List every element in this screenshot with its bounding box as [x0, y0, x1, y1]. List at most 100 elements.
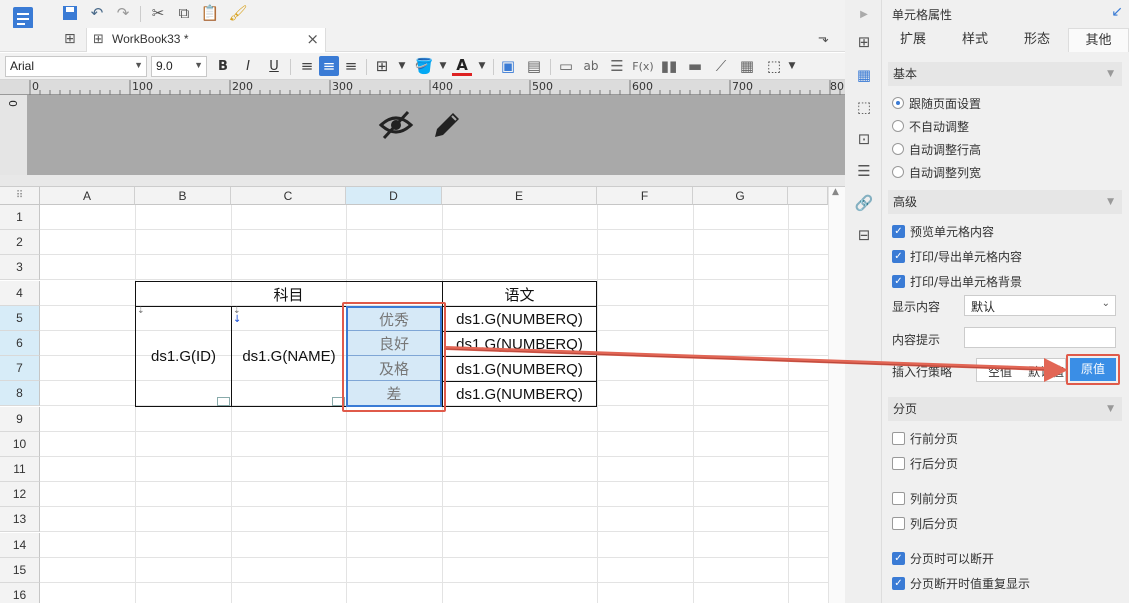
richtext-icon[interactable]: ☰	[607, 56, 627, 76]
subreport-icon[interactable]: ▤	[524, 56, 544, 76]
row-header-15[interactable]: 15	[0, 558, 40, 583]
font-name-select[interactable]: Arial ▼	[5, 56, 147, 77]
align-left-icon[interactable]: ≡	[297, 56, 317, 76]
float-dropdown-icon[interactable]: ▼	[782, 56, 802, 76]
align-right-icon[interactable]: ≡	[341, 56, 361, 76]
section-advanced[interactable]: 高级 ▼	[888, 190, 1122, 214]
italic-button[interactable]: I	[238, 56, 258, 76]
row-header-2[interactable]: 2	[0, 230, 40, 255]
widget-icon[interactable]: ▦	[737, 56, 757, 76]
radio-follow-page[interactable]: 跟随页面设置	[892, 94, 981, 112]
font-color-icon[interactable]: A	[452, 56, 472, 76]
border-dropdown-icon[interactable]: ▼	[392, 56, 412, 76]
slash-icon[interactable]: ⟋	[711, 56, 731, 76]
tab-close-icon[interactable]: ×	[306, 30, 319, 48]
row-header-10[interactable]: 10	[0, 432, 40, 457]
radio-auto-col-width[interactable]: 自动调整列宽	[892, 163, 981, 181]
row-header-7[interactable]: 7	[0, 356, 40, 381]
check-print-content[interactable]: ✓ 打印/导出单元格内容	[892, 247, 1022, 265]
display-content-select[interactable]: 默认 ⌄	[964, 295, 1116, 316]
collapse-arrow-icon[interactable]: ▶	[854, 4, 874, 24]
radio-no-auto[interactable]: 不自动调整	[892, 117, 969, 135]
column-header-a[interactable]: A	[40, 187, 135, 205]
border-icon[interactable]: ⊞	[372, 56, 392, 76]
align-center-icon[interactable]: ≡	[319, 56, 339, 76]
font-size-select[interactable]: 9.0 ▼	[151, 56, 207, 77]
tab-workbook33[interactable]: ⊞ WorkBook33 * ×	[86, 28, 326, 52]
vertical-scrollbar[interactable]: ▲	[828, 187, 845, 603]
copy-icon[interactable]: ⧉	[174, 3, 194, 23]
cell-attribute-icon[interactable]: ▦	[854, 65, 874, 85]
tab-menu-icon[interactable]: ⬎	[818, 31, 829, 46]
grid-icon[interactable]: ⊞	[64, 31, 76, 47]
hidden-eye-icon[interactable]	[378, 109, 414, 144]
check-page-after-row[interactable]: 行后分页	[892, 454, 958, 472]
check-page-after-col[interactable]: 列后分页	[892, 514, 958, 532]
fill-color-icon[interactable]: 🪣	[414, 56, 434, 76]
section-basic[interactable]: 基本 ▼	[888, 62, 1122, 86]
formula-icon[interactable]: F(x)	[632, 56, 653, 76]
check-break-on-page[interactable]: ✓ 分页时可以断开	[892, 549, 994, 567]
insert-null-option[interactable]: 空值	[988, 363, 1012, 380]
edit-pencil-icon[interactable]	[431, 109, 463, 144]
tree-structure-icon[interactable]: ⊟	[854, 225, 874, 245]
tab-style[interactable]: 样式	[944, 28, 1006, 52]
paste-icon[interactable]: 📋	[200, 3, 220, 23]
text-icon[interactable]: ab	[581, 56, 601, 76]
radio-auto-row-height[interactable]: 自动调整行高	[892, 140, 981, 158]
float-element-icon[interactable]: ⬚	[854, 97, 874, 117]
collapse-panel-icon[interactable]: ↙	[1111, 4, 1123, 20]
check-page-before-row[interactable]: 行前分页	[892, 429, 958, 447]
check-page-before-col[interactable]: 列前分页	[892, 489, 958, 507]
row-header-14[interactable]: 14	[0, 533, 40, 558]
cell-numberq[interactable]: ds1.G(NUMBERQ)	[443, 357, 596, 381]
hyperlink-icon[interactable]: 🔗	[854, 193, 874, 213]
tab-other[interactable]: 其他	[1068, 28, 1129, 52]
row-header-3[interactable]: 3	[0, 255, 40, 280]
tab-form[interactable]: 形态	[1006, 28, 1068, 52]
select-all-corner[interactable]: ⠿	[0, 187, 40, 205]
cell-name[interactable]: ds1.G(NAME)	[232, 307, 346, 406]
column-header-b[interactable]: B	[135, 187, 231, 205]
insert-default-option[interactable]: 默认值	[1028, 363, 1064, 380]
redo-icon[interactable]: ↷	[113, 3, 133, 23]
condition-attribute-icon[interactable]: ☰	[854, 161, 874, 181]
column-header-g[interactable]: G	[693, 187, 788, 205]
widget-settings-icon[interactable]: ⊡	[854, 129, 874, 149]
save-icon[interactable]	[60, 3, 80, 23]
check-preview-content[interactable]: ✓ 预览单元格内容	[892, 222, 994, 240]
cell-numberq[interactable]: ds1.G(NUMBERQ)	[443, 382, 596, 406]
row-header-6[interactable]: 6	[0, 331, 40, 356]
row-header-11[interactable]: 11	[0, 457, 40, 482]
row-header-4[interactable]: 4	[0, 281, 40, 306]
cell-numberq[interactable]: ds1.G(NUMBERQ)	[443, 307, 596, 331]
cell-id[interactable]: ds1.G(ID)	[136, 307, 231, 406]
float-element-icon[interactable]: ⬚	[764, 56, 784, 76]
column-header-h[interactable]	[788, 187, 828, 205]
chart-icon[interactable]: ▮▮	[659, 56, 679, 76]
content-hint-input[interactable]	[964, 327, 1116, 348]
cut-icon[interactable]: ✂	[148, 3, 168, 23]
cell-grade-excellent[interactable]: 优秀	[348, 308, 440, 331]
picture-icon[interactable]: ▬	[685, 56, 705, 76]
column-header-d[interactable]: D	[346, 187, 442, 205]
row-header-8[interactable]: 8	[0, 381, 40, 406]
insert-original-option[interactable]: 原值	[1070, 358, 1116, 381]
undo-icon[interactable]: ↶	[87, 3, 107, 23]
image-icon[interactable]: ▣	[498, 56, 518, 76]
cell-grade-poor[interactable]: 差	[348, 382, 440, 405]
font-color-dropdown-icon[interactable]: ▼	[472, 56, 492, 76]
cell-element-icon[interactable]: ⊞	[854, 32, 874, 52]
column-header-c[interactable]: C	[231, 187, 346, 205]
merge-icon[interactable]: ▭	[556, 56, 576, 76]
cell-grade-pass[interactable]: 及格	[348, 357, 440, 381]
underline-button[interactable]: U	[264, 56, 284, 76]
column-header-e[interactable]: E	[442, 187, 597, 205]
row-header-13[interactable]: 13	[0, 507, 40, 532]
cell-grade-good[interactable]: 良好	[348, 332, 440, 356]
tab-expand[interactable]: 扩展	[882, 28, 944, 52]
section-paging[interactable]: 分页 ▼	[888, 397, 1122, 421]
fill-dropdown-icon[interactable]: ▼	[433, 56, 453, 76]
cell-numberq[interactable]: ds1.G(NUMBERQ)	[443, 332, 596, 356]
row-header-5[interactable]: 5	[0, 306, 40, 331]
